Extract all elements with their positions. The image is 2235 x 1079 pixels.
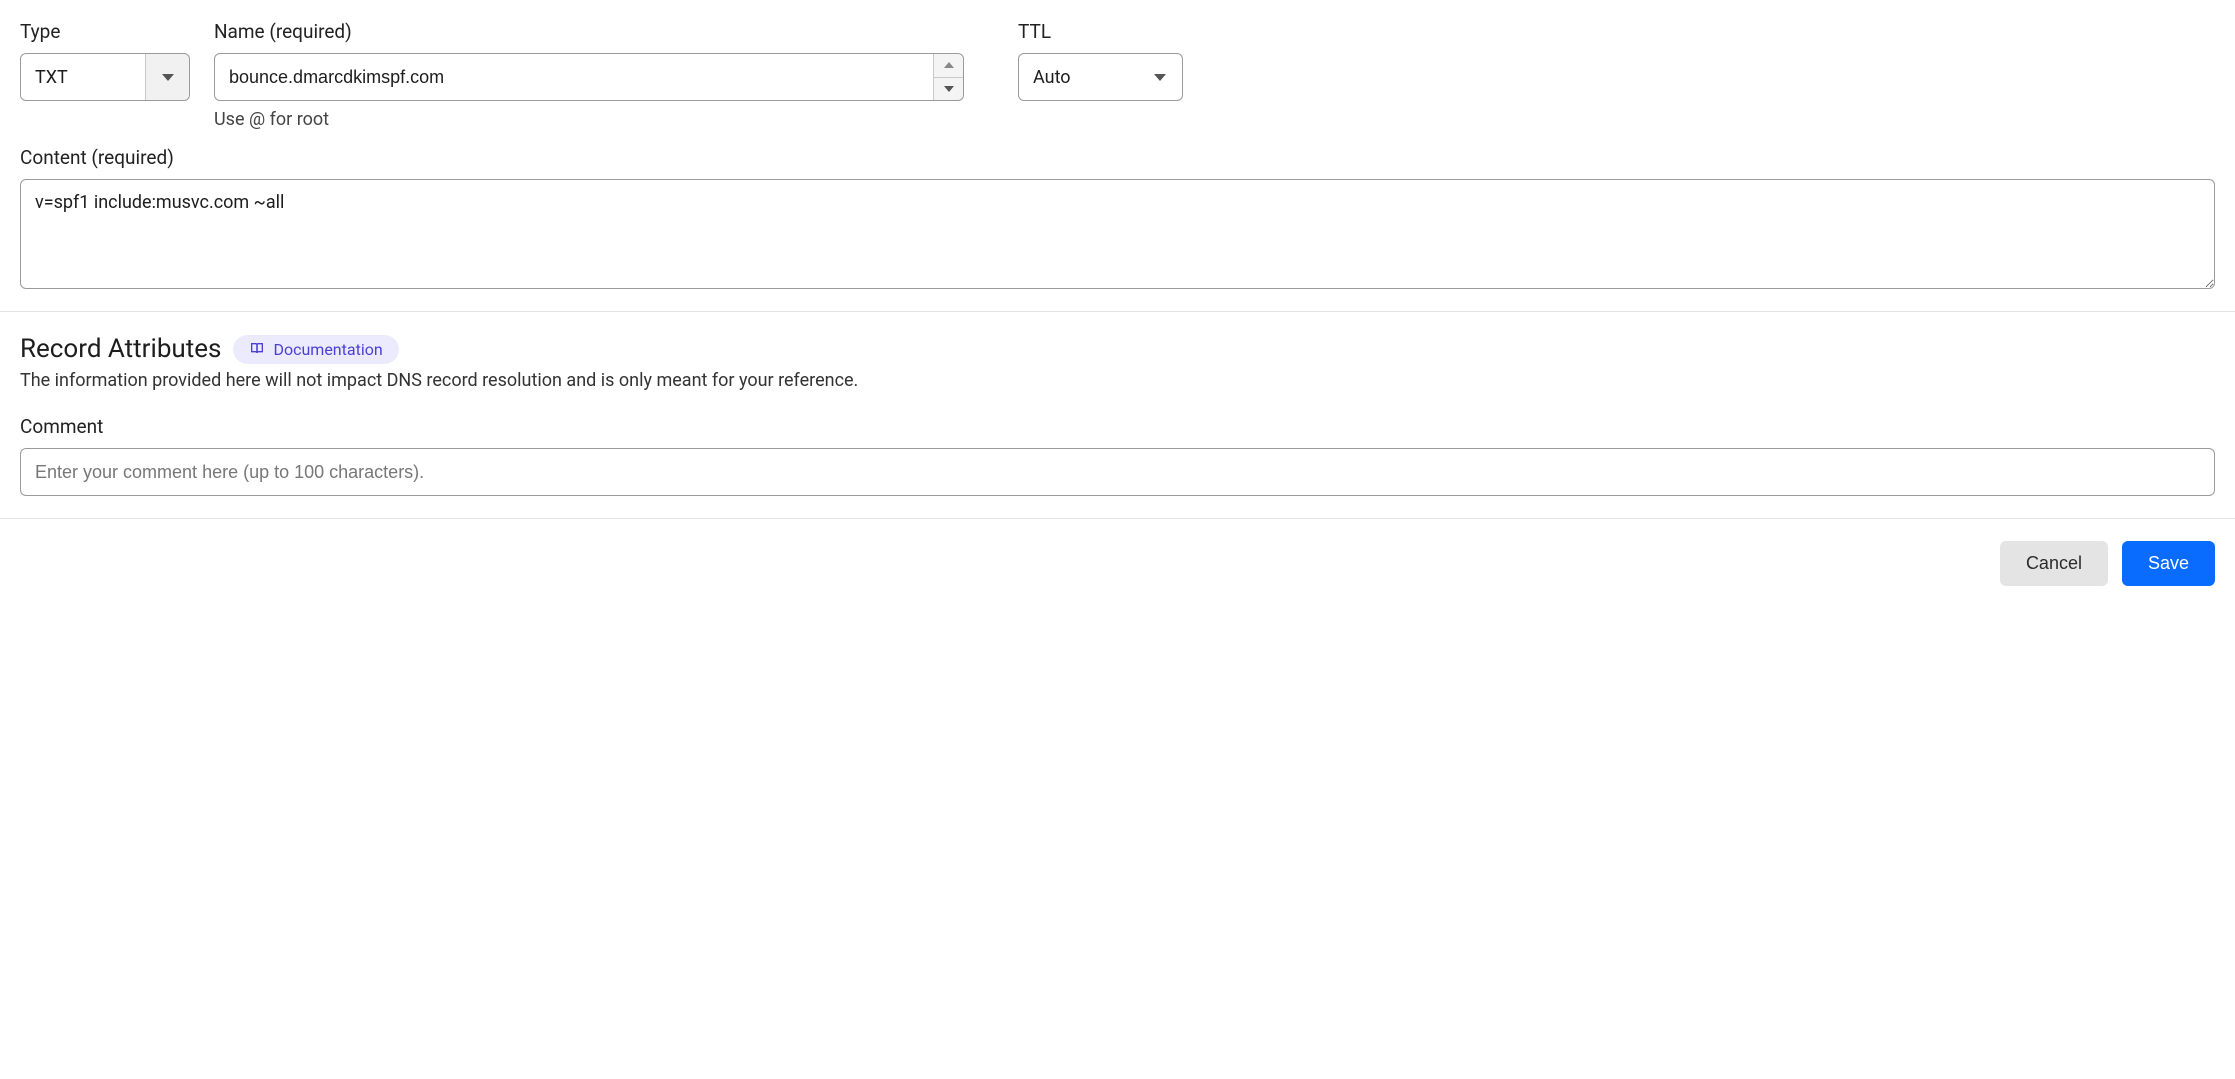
book-icon: [249, 341, 265, 357]
ttl-value: Auto: [1019, 54, 1138, 100]
record-attributes-title: Record Attributes: [20, 334, 221, 364]
record-attributes-description: The information provided here will not i…: [20, 370, 2215, 391]
type-dropdown-button[interactable]: [145, 54, 189, 100]
chevron-down-icon: [1154, 74, 1166, 81]
chevron-down-icon: [162, 74, 174, 81]
type-value: TXT: [21, 54, 145, 100]
chevron-down-icon: [944, 86, 954, 92]
name-hint: Use @ for root: [214, 109, 964, 130]
section-divider: [0, 311, 2235, 312]
comment-label: Comment: [20, 415, 2215, 438]
name-step-down[interactable]: [934, 77, 963, 101]
type-select[interactable]: TXT: [20, 53, 190, 101]
documentation-label: Documentation: [273, 340, 382, 359]
ttl-label: TTL: [1018, 20, 1183, 43]
name-input[interactable]: [215, 54, 933, 100]
name-combobox[interactable]: [214, 53, 964, 101]
ttl-dropdown-button[interactable]: [1138, 54, 1182, 100]
save-button[interactable]: Save: [2122, 541, 2215, 586]
ttl-select[interactable]: Auto: [1018, 53, 1183, 101]
documentation-link[interactable]: Documentation: [233, 335, 398, 364]
type-label: Type: [20, 20, 190, 43]
footer-divider: [0, 518, 2235, 519]
content-textarea[interactable]: [20, 179, 2215, 289]
chevron-up-icon: [944, 62, 954, 68]
cancel-button[interactable]: Cancel: [2000, 541, 2108, 586]
name-step-up[interactable]: [934, 54, 963, 77]
name-stepper[interactable]: [933, 54, 963, 100]
content-label: Content (required): [20, 146, 2215, 169]
comment-input[interactable]: [20, 448, 2215, 496]
name-label: Name (required): [214, 20, 964, 43]
